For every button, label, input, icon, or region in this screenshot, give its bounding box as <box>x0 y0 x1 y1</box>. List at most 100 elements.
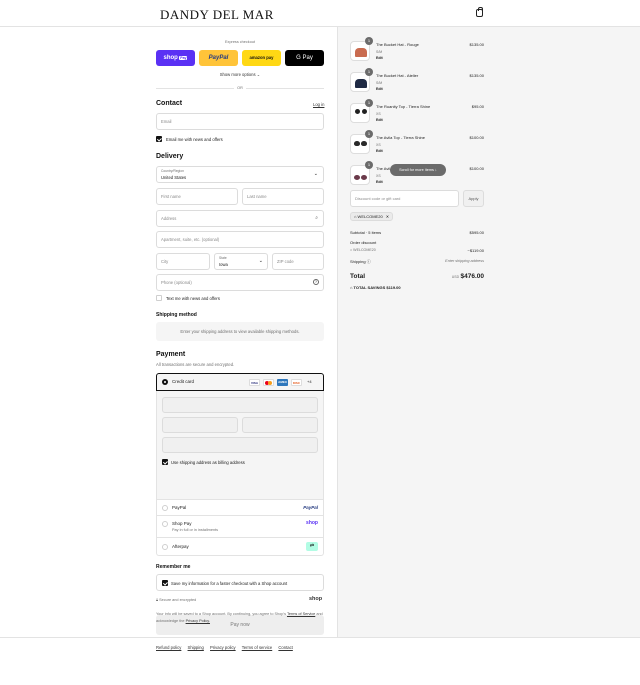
footer-refund-policy[interactable]: Refund policy <box>156 645 181 650</box>
card-number-field[interactable] <box>162 397 318 413</box>
paypal-logo: PayPal <box>303 505 318 510</box>
last-name-field[interactable]: Last name <box>242 188 324 205</box>
discount-tag: ⌂ WELCOME20 ✕ <box>350 212 394 221</box>
email-field[interactable]: Email <box>156 113 324 130</box>
footer-terms-of-service[interactable]: Terms of service <box>242 645 272 650</box>
shop-pay-logo: shop <box>306 520 318 526</box>
or-divider-right <box>246 88 324 89</box>
shop-pay-option[interactable]: Shop Pay Pay in full or in installments … <box>156 516 324 538</box>
item-name: The Avila Top - Tierra Shine <box>376 135 425 140</box>
total-row: USD $476.00 <box>428 273 484 280</box>
total-label: Total <box>350 273 366 280</box>
phone-field[interactable]: Phone (optional) ? <box>156 274 324 291</box>
shipping-method-notice: Enter your shipping address to view avai… <box>156 322 324 341</box>
shop-pay-button[interactable]: shop Pay <box>156 50 195 66</box>
footer-shipping[interactable]: Shipping <box>188 645 204 650</box>
amex-icon: AMEX <box>277 379 288 386</box>
site-header: DANDY DEL MAR <box>0 0 640 27</box>
country-select[interactable]: Country/Region United States ⌄ <box>156 166 324 183</box>
quantity-badge: 1 <box>365 99 373 107</box>
chevron-down-icon: ⌄ <box>313 171 318 177</box>
edit-link[interactable]: Edit <box>376 87 383 91</box>
card-cvv-field[interactable] <box>242 417 318 433</box>
credit-card-radio[interactable] <box>162 379 168 385</box>
shop-pay-badge: Pay <box>179 55 188 60</box>
credit-card-option[interactable]: Credit card VISA AMEX DISC +4 <box>156 373 324 391</box>
edit-link[interactable]: Edit <box>376 56 383 60</box>
paypal-express-label: PayPal <box>208 55 229 61</box>
item-price: $135.00 <box>469 73 484 78</box>
paypal-label: PayPal <box>172 505 187 510</box>
google-pay-button[interactable]: G Pay <box>285 50 324 66</box>
afterpay-radio[interactable] <box>162 544 168 550</box>
payment-heading: Payment <box>156 351 186 358</box>
footer-contact[interactable]: Contact <box>278 645 292 650</box>
order-discount-code: ⌂ WELCOME20 <box>350 248 376 252</box>
item-variant: XS <box>376 174 381 178</box>
last-name-placeholder: Last name <box>247 194 267 199</box>
state-select[interactable]: State Iowa ⌄ <box>214 253 268 270</box>
first-name-field[interactable]: First name <box>156 188 238 205</box>
arrow-down-icon: ↓ <box>434 168 437 172</box>
state-value: Iowa <box>219 262 228 267</box>
zip-field[interactable]: ZIP code <box>272 253 324 270</box>
paypal-option[interactable]: PayPal PayPal <box>156 499 324 516</box>
info-icon[interactable]: ⓘ <box>367 259 371 264</box>
footer-divider <box>0 637 640 638</box>
billing-same-checkbox[interactable] <box>162 459 168 465</box>
save-info-label: Save my information for a faster checkou… <box>171 581 288 586</box>
card-details-panel: Use shipping address as billing address <box>156 391 324 501</box>
login-link[interactable]: Log in <box>313 102 324 107</box>
apartment-field[interactable]: Apartment, suite, etc. (optional) <box>156 231 324 248</box>
text-news-checkbox[interactable] <box>156 295 162 301</box>
item-name: The Bucket Hat - Rouge <box>376 42 419 47</box>
terms-of-service-link[interactable]: Terms of Service <box>287 612 315 616</box>
paypal-express-button[interactable]: PayPal <box>199 50 238 66</box>
edit-link[interactable]: Edit <box>376 118 383 122</box>
shipping-method-heading: Shipping method <box>156 312 197 318</box>
amazon-pay-button[interactable]: amazon pay <box>242 50 281 66</box>
or-divider-left <box>156 88 234 89</box>
paypal-radio[interactable] <box>162 505 168 511</box>
brand-logo[interactable]: DANDY DEL MAR <box>160 7 274 23</box>
afterpay-option[interactable]: Afterpay ⇄ <box>156 538 324 556</box>
scroll-more-items-pill[interactable]: Scroll for more items ↓ <box>390 164 446 176</box>
delivery-heading: Delivery <box>156 153 184 160</box>
card-name-field[interactable] <box>162 437 318 453</box>
first-name-placeholder: First name <box>161 194 181 199</box>
item-price: $135.00 <box>469 42 484 47</box>
apply-discount-button[interactable]: Apply <box>463 190 484 207</box>
shop-pay-option-sub: Pay in full or in installments <box>172 528 219 532</box>
item-price: $100.00 <box>469 135 484 140</box>
privacy-policy-link[interactable]: Privacy Policy. <box>186 619 210 623</box>
city-field[interactable]: City <box>156 253 210 270</box>
total-savings-label: TOTAL SAVINGS <box>353 285 386 290</box>
show-more-options-label: Show more options <box>219 72 256 77</box>
country-label: Country/Region <box>161 169 184 173</box>
remove-discount-icon[interactable]: ✕ <box>386 214 389 219</box>
shop-pay-radio[interactable] <box>162 521 168 527</box>
address-field[interactable]: Address ⌕ <box>156 210 324 227</box>
quantity-badge: 1 <box>365 68 373 76</box>
quantity-badge: 1 <box>365 161 373 169</box>
footer-privacy-policy[interactable]: Privacy policy <box>210 645 236 650</box>
item-variant: S/M <box>376 81 383 85</box>
item-price: $100.00 <box>469 166 484 171</box>
chevron-down-icon: ⌄ <box>258 258 263 264</box>
apartment-placeholder: Apartment, suite, etc. (optional) <box>161 237 220 242</box>
edit-link[interactable]: Edit <box>376 149 383 153</box>
card-expiry-field[interactable] <box>162 417 238 433</box>
checkout-form-column: Express checkout shop Pay PayPal amazon … <box>0 27 337 637</box>
contact-heading: Contact <box>156 100 183 107</box>
billing-same-label: Use shipping address as billing address <box>171 460 245 465</box>
credit-card-label: Credit card <box>172 379 195 384</box>
secure-text: Secure and encrypted <box>159 598 197 602</box>
footer-links: Refund policy Shipping Privacy policy Te… <box>156 645 293 650</box>
help-icon[interactable]: ? <box>313 279 319 285</box>
discount-code-field[interactable]: Discount code or gift card <box>350 190 459 207</box>
edit-link[interactable]: Edit <box>376 180 383 184</box>
item-name: The Bucket Hat - Atelier <box>376 73 419 78</box>
save-info-checkbox[interactable] <box>162 580 168 586</box>
email-news-checkbox[interactable] <box>156 136 162 142</box>
shopping-bag-icon[interactable] <box>476 7 483 17</box>
